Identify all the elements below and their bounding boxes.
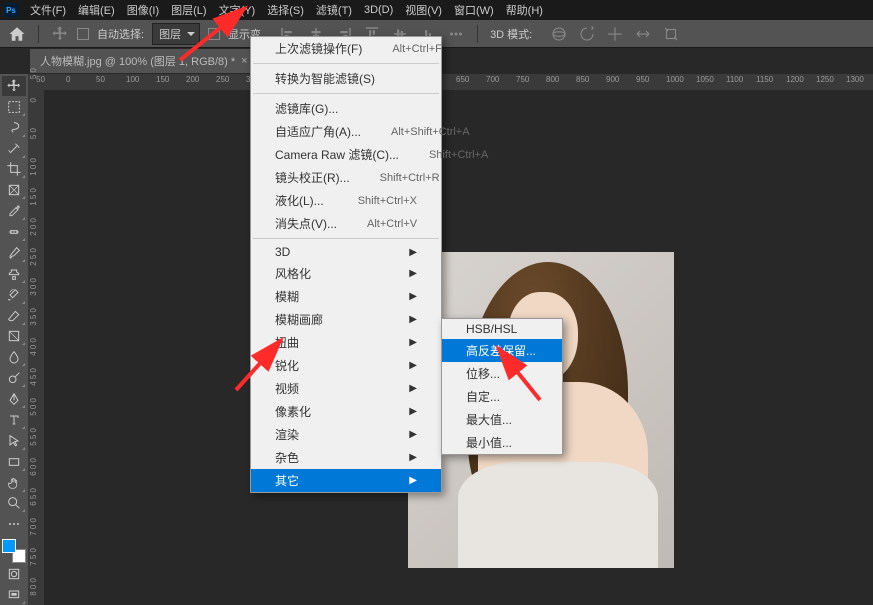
title-bar: Ps 文件(F) 编辑(E) 图像(I) 图层(L) 文字(Y) 选择(S) 滤… [0, 0, 873, 20]
close-icon[interactable]: × [241, 55, 247, 67]
vertical-ruler: 5 005 01 0 01 5 02 0 02 5 03 0 03 5 04 0… [28, 74, 44, 605]
healing-brush-tool[interactable] [2, 222, 26, 242]
menu-window[interactable]: 窗口(W) [448, 0, 500, 20]
history-brush-tool[interactable] [2, 285, 26, 305]
menu-distort-submenu[interactable]: 扭曲▶ [251, 331, 441, 354]
zoom-tool[interactable] [2, 494, 26, 514]
screen-mode-toggle[interactable] [2, 585, 26, 605]
blur-tool[interactable] [2, 347, 26, 367]
menu-layer[interactable]: 图层(L) [165, 0, 212, 20]
3d-mode-label: 3D 模式: [490, 26, 532, 42]
workspace: 5 005 01 0 01 5 02 0 02 5 03 0 03 5 04 0… [0, 74, 873, 605]
magic-wand-tool[interactable] [2, 139, 26, 159]
menu-video-submenu[interactable]: 视频▶ [251, 377, 441, 400]
auto-select-dropdown[interactable]: 图层 [152, 23, 200, 45]
menu-sharpen-submenu[interactable]: 锐化▶ [251, 354, 441, 377]
menu-edit[interactable]: 编辑(E) [72, 0, 121, 20]
dodge-tool[interactable] [2, 368, 26, 388]
3d-scale-icon[interactable] [662, 25, 680, 43]
eyedropper-tool[interactable] [2, 201, 26, 221]
menu-3d-submenu[interactable]: 3D▶ [251, 242, 441, 262]
menu-other-submenu[interactable]: 其它▶ [251, 469, 441, 492]
3d-roll-icon[interactable] [578, 25, 596, 43]
show-transform-checkbox[interactable] [208, 28, 220, 40]
menu-blur-gallery-submenu[interactable]: 模糊画廊▶ [251, 308, 441, 331]
menu-camera-raw-filter[interactable]: Camera Raw 滤镜(C)...Shift+Ctrl+A [251, 143, 441, 166]
3d-pan-icon[interactable] [606, 25, 624, 43]
color-swatches[interactable] [2, 539, 26, 563]
lasso-tool[interactable] [2, 118, 26, 138]
brush-tool[interactable] [2, 243, 26, 263]
hand-tool[interactable] [2, 473, 26, 493]
eraser-tool[interactable] [2, 306, 26, 326]
move-tool[interactable] [2, 76, 26, 96]
filter-dropdown-menu: 上次滤镜操作(F)Alt+Ctrl+F 转换为智能滤镜(S) 滤镜库(G)...… [250, 36, 442, 493]
more-icon[interactable] [447, 25, 465, 43]
tool-palette [0, 74, 28, 605]
menu-type[interactable]: 文字(Y) [213, 0, 262, 20]
gradient-tool[interactable] [2, 327, 26, 347]
3d-slide-icon[interactable] [634, 25, 652, 43]
quick-mask-toggle[interactable] [2, 564, 26, 584]
menu-filter[interactable]: 滤镜(T) [310, 0, 358, 20]
menu-hsb-hsl[interactable]: HSB/HSL [442, 319, 562, 339]
home-icon[interactable] [8, 25, 26, 43]
menu-custom[interactable]: 自定... [442, 385, 562, 408]
move-tool-icon [51, 25, 69, 43]
marquee-tool[interactable] [2, 97, 26, 117]
rectangle-tool[interactable] [2, 452, 26, 472]
menu-convert-smart-filter[interactable]: 转换为智能滤镜(S) [251, 67, 441, 90]
menu-filter-gallery[interactable]: 滤镜库(G)... [251, 97, 441, 120]
menu-maximum[interactable]: 最大值... [442, 408, 562, 431]
frame-tool[interactable] [2, 180, 26, 200]
canvas[interactable]: 上次滤镜操作(F)Alt+Ctrl+F 转换为智能滤镜(S) 滤镜库(G)...… [44, 90, 873, 605]
menu-stylize-submenu[interactable]: 风格化▶ [251, 262, 441, 285]
3d-orbit-icon[interactable] [550, 25, 568, 43]
menu-liquify[interactable]: 液化(L)...Shift+Ctrl+X [251, 189, 441, 212]
menu-high-pass[interactable]: 高反差保留... [442, 339, 562, 362]
menu-minimum[interactable]: 最小值... [442, 431, 562, 454]
pen-tool[interactable] [2, 389, 26, 409]
document-tab[interactable]: 人物模糊.jpg @ 100% (图层 1, RGB/8) * × [30, 49, 258, 73]
horizontal-ruler: 5005010015020025030035040045050055060065… [44, 74, 873, 90]
crop-tool[interactable] [2, 160, 26, 180]
menu-last-filter[interactable]: 上次滤镜操作(F)Alt+Ctrl+F [251, 37, 441, 60]
auto-select-label: 自动选择: [97, 26, 144, 42]
menu-blur-submenu[interactable]: 模糊▶ [251, 285, 441, 308]
path-selection-tool[interactable] [2, 431, 26, 451]
other-submenu: HSB/HSL 高反差保留... 位移... 自定... 最大值... 最小值.… [441, 318, 563, 455]
foreground-color-swatch[interactable] [2, 539, 16, 553]
menu-file[interactable]: 文件(F) [24, 0, 72, 20]
clone-stamp-tool[interactable] [2, 264, 26, 284]
edit-toolbar[interactable] [2, 514, 26, 534]
menu-lens-correction[interactable]: 镜头校正(R)...Shift+Ctrl+R [251, 166, 441, 189]
menu-image[interactable]: 图像(I) [121, 0, 165, 20]
menu-pixelate-submenu[interactable]: 像素化▶ [251, 400, 441, 423]
auto-select-checkbox[interactable] [77, 28, 89, 40]
menu-help[interactable]: 帮助(H) [500, 0, 549, 20]
menu-offset[interactable]: 位移... [442, 362, 562, 385]
menu-vanishing-point[interactable]: 消失点(V)...Alt+Ctrl+V [251, 212, 441, 235]
type-tool[interactable] [2, 410, 26, 430]
menu-view[interactable]: 视图(V) [399, 0, 448, 20]
menu-select[interactable]: 选择(S) [261, 0, 310, 20]
menu-noise-submenu[interactable]: 杂色▶ [251, 446, 441, 469]
menu-3d[interactable]: 3D(D) [358, 2, 399, 18]
menu-adaptive-wide-angle[interactable]: 自适应广角(A)...Alt+Shift+Ctrl+A [251, 120, 441, 143]
ps-logo-icon: Ps [4, 3, 18, 17]
menu-render-submenu[interactable]: 渲染▶ [251, 423, 441, 446]
tab-title: 人物模糊.jpg @ 100% (图层 1, RGB/8) * [40, 53, 235, 69]
